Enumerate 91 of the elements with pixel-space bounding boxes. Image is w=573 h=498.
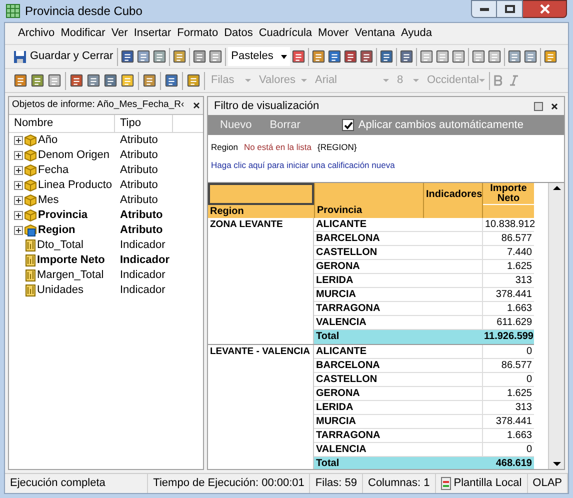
object-type: Atributo xyxy=(119,133,158,148)
menu-item[interactable]: Mover xyxy=(315,25,352,42)
value-cell: 1.625 xyxy=(482,386,534,400)
status-field: Columnas: 1 xyxy=(363,474,436,493)
value-cell: 10.838.912 xyxy=(482,218,534,230)
column-header: Provincia xyxy=(314,182,423,218)
object-type: Atributo xyxy=(119,148,158,164)
new-condition-link[interactable]: Haga clic aquí para iniciar una calificación nueva xyxy=(208,154,564,172)
object-type: Indicador xyxy=(119,283,166,298)
menu-item[interactable]: Datos xyxy=(221,25,256,42)
object-name[interactable]: Margen_Total xyxy=(37,267,104,284)
menu-item[interactable]: Archivo xyxy=(15,25,58,42)
object-type: Atributo xyxy=(119,193,158,208)
value-cell: 0 xyxy=(482,372,534,386)
object-name[interactable]: Unidades xyxy=(37,282,84,299)
region-cell-text: ZONA LEVANTE xyxy=(210,218,284,232)
total-label: Total xyxy=(315,456,340,469)
column-header[interactable]: Nombre xyxy=(9,115,115,132)
object-name[interactable]: Mes xyxy=(38,192,59,209)
menu-item[interactable]: Ayuda xyxy=(398,25,435,42)
object-name[interactable]: Denom Origen xyxy=(38,147,110,164)
province-cell-text: CASTELLON xyxy=(315,372,378,386)
total-label: Total xyxy=(315,330,340,344)
value-cell: 611.629 xyxy=(482,316,534,328)
object-type: Atributo xyxy=(119,178,158,194)
object-name[interactable]: Año xyxy=(38,132,58,149)
column-header: Region xyxy=(209,204,245,218)
object-type: Atributo xyxy=(119,208,163,224)
province-cell-text: TARRAGONA xyxy=(315,302,382,314)
window-title: Provincia desde Cubo xyxy=(25,3,142,20)
value-cell: 7.440 xyxy=(482,246,534,258)
province-cell-text: LERIDA xyxy=(315,400,354,414)
panel-title: Objetos de informe: Año_Mes_Fecha_R‹ xyxy=(12,98,184,112)
value-cell: 378.441 xyxy=(482,288,534,300)
menu-item[interactable]: Insertar xyxy=(130,25,174,42)
object-name[interactable]: Region xyxy=(38,222,76,239)
save-close-button[interactable]: Guardar y Cerrar xyxy=(11,48,116,65)
province-cell-text: GERONA xyxy=(315,260,361,272)
menu-item[interactable]: Modificar xyxy=(58,25,108,42)
value-cell: 0 xyxy=(482,442,534,456)
province-cell-text: VALENCIA xyxy=(315,316,368,328)
panel-title: Filtro de visualización xyxy=(214,98,320,114)
region-cell: LEVANTE - VALENCIA xyxy=(210,344,311,358)
menu-item[interactable]: Ventana xyxy=(352,25,398,42)
column-header[interactable]: Tipo xyxy=(115,115,173,132)
value-cell: 1.663 xyxy=(482,302,534,314)
province-cell-text: GERONA xyxy=(315,386,361,400)
object-name[interactable]: Fecha xyxy=(38,162,69,179)
object-name[interactable]: Provincia xyxy=(38,207,88,224)
value-cell: 1.663 xyxy=(482,428,534,442)
province-cell-text: ALICANTE xyxy=(315,218,368,230)
total-value: 468.619 xyxy=(494,456,533,469)
object-name[interactable]: Importe Neto xyxy=(37,252,105,269)
status-field: Filas: 59 xyxy=(310,474,363,493)
chart-style-dropdown[interactable]: Pasteles xyxy=(228,47,290,66)
province-cell-text: ALICANTE xyxy=(315,344,368,358)
value-cell: 378.441 xyxy=(482,414,534,428)
total-value: 11.926.599 xyxy=(483,330,534,344)
province-cell-text: MURCIA xyxy=(315,288,357,300)
province-cell-text: BARCELONA xyxy=(315,232,381,244)
object-name[interactable]: Linea Producto xyxy=(38,177,112,194)
filter-value: {REGION} xyxy=(318,141,357,154)
object-type: Atributo xyxy=(119,163,158,178)
status-field: OLAP xyxy=(528,474,568,493)
province-cell-text: MURCIA xyxy=(315,414,357,428)
status-field: Plantilla Local xyxy=(436,474,528,493)
province-cell-text: VALENCIA xyxy=(315,442,368,456)
object-type: Atributo xyxy=(119,223,163,238)
value-cell: 86.577 xyxy=(482,232,534,244)
province-cell-text: LERIDA xyxy=(315,274,354,286)
province-cell-text: TARRAGONA xyxy=(315,428,382,442)
filter-operator[interactable]: No está en la lista xyxy=(244,141,312,154)
column-header: Importe Neto xyxy=(483,182,534,204)
object-type: Indicador xyxy=(119,253,170,268)
status-field: Ejecución completa xyxy=(5,474,148,493)
object-name[interactable]: Dto_Total xyxy=(37,237,84,254)
status-field: Tiempo de Ejecución: 00:00:01 xyxy=(148,474,310,493)
value-cell: 313 xyxy=(482,274,534,286)
menu-item[interactable]: Formato xyxy=(174,25,222,42)
value-cell: 313 xyxy=(482,400,534,414)
province-cell-text: CASTELLON xyxy=(315,246,378,258)
object-type: Indicador xyxy=(119,238,166,254)
object-type: Indicador xyxy=(119,268,166,284)
value-cell: 0 xyxy=(482,344,534,358)
value-cell: 1.625 xyxy=(482,260,534,272)
province-cell-text: BARCELONA xyxy=(315,358,381,372)
menu-item[interactable]: Ver xyxy=(108,25,131,42)
value-cell: 86.577 xyxy=(482,358,534,372)
column-header: Indicadores xyxy=(423,182,482,218)
filter-field: Region xyxy=(211,141,238,154)
menu-item[interactable]: Cuadrícula xyxy=(256,25,316,42)
